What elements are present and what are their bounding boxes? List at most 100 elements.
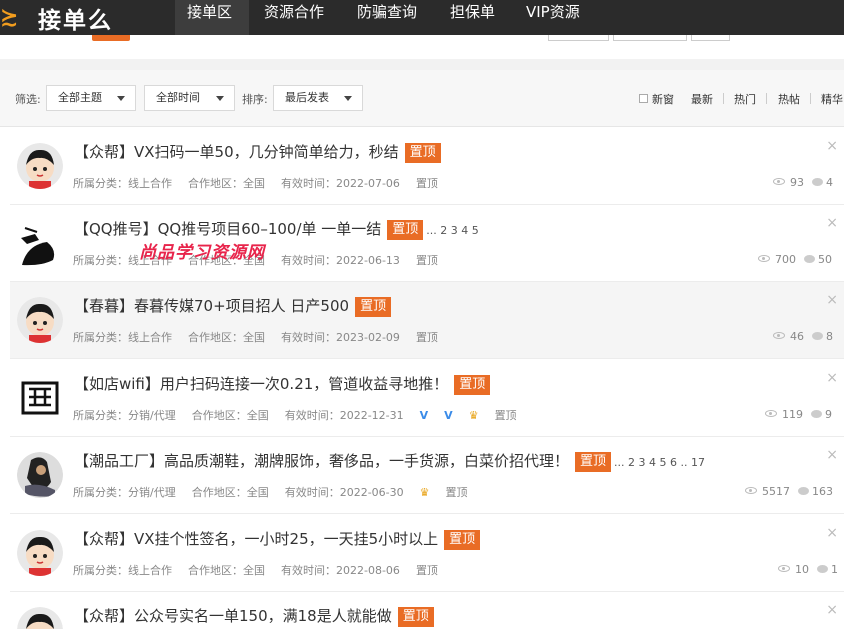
post-title[interactable]: 【春暮】春暮传媒70+项目招人 日产500 置顶 [74, 295, 392, 317]
nav-item-guarantee[interactable]: 担保单 [450, 0, 495, 35]
pinned-badge: 置顶 [454, 375, 491, 395]
post-row[interactable]: 【众帮】VX扫码一单50，几分钟简单给力，秒结 置顶 所属分类：线上合作 合作地区：… [10, 128, 844, 205]
post-category: 所属分类：线上合作 [73, 331, 172, 344]
close-icon[interactable]: × [826, 602, 838, 618]
pinned-badge: 置顶 [404, 143, 441, 163]
avatar[interactable] [17, 530, 63, 576]
post-stats: 10 1 [778, 563, 838, 576]
time-select-value: 全部时间 [156, 91, 200, 104]
post-category: 所属分类：分销/代理 [73, 486, 176, 499]
post-row[interactable]: 【QQ推号】QQ推号项目60–100/单 一单一结 置顶... 2 3 4 5 所… [10, 205, 844, 282]
pinned-badge: 置顶 [387, 220, 424, 240]
filter-bar: 筛选: 全部主题 全部时间 排序: 最后发表 新窗 最新 热门 热帖 精华 [0, 70, 844, 127]
post-stats: 700 50 [758, 253, 832, 266]
nav-item-resources[interactable]: 资源合作 [264, 0, 324, 35]
post-valid-time: 有效时间：2022-12-31 [284, 409, 404, 422]
sort-hot-post-link[interactable]: 热帖 [778, 91, 800, 107]
nav-item-vip[interactable]: VIP资源 [526, 0, 580, 35]
post-title[interactable]: 【如店wifi】用户扫码连接一次0.21，管道收益寻地推！ 置顶 [74, 373, 491, 395]
close-icon[interactable]: × [826, 447, 838, 463]
avatar[interactable] [17, 452, 63, 498]
chevron-down-icon [216, 96, 224, 101]
post-meta: 所属分类：分销/代理 合作地区：全国 有效时间：2022-12-31 V V ♛ 置顶 [73, 407, 533, 423]
eye-icon [773, 332, 785, 339]
logo-icon: ≿ [0, 4, 19, 30]
pagination-links[interactable]: ... 2 3 4 5 6 .. 17 [614, 456, 705, 469]
nav-item-orders[interactable]: 接单区 [175, 0, 249, 35]
pinned-badge: 置顶 [355, 297, 392, 317]
close-icon[interactable]: × [826, 292, 838, 308]
divider [0, 59, 844, 70]
post-title[interactable]: 【众帮】VX扫码一单50，几分钟简单给力，秒结 置顶 [74, 141, 441, 163]
nav-item-fraud-check[interactable]: 防骗查询 [357, 0, 417, 35]
post-row[interactable]: 【众帮】公众号实名一单150，满18是人就能做 置顶 × [10, 592, 844, 629]
eye-icon [758, 255, 770, 262]
avatar[interactable] [17, 143, 63, 189]
top-navigation-bar: ≿ 接单么 接单区 资源合作 防骗查询 担保单 VIP资源 [0, 0, 844, 35]
post-category: 所属分类：分销/代理 [73, 409, 176, 422]
post-pin-label: 置顶 [415, 254, 438, 267]
close-icon[interactable]: × [826, 138, 838, 154]
post-title-text[interactable]: 【众帮】VX挂个性签名，一小时25，一天挂5小时以上 [74, 530, 438, 548]
post-title[interactable]: 【潮品工厂】高品质潮鞋，潮牌服饰，奢侈品，一手货源，白菜价招代理！ 置顶... 2… [74, 450, 705, 472]
post-row[interactable]: 【春暮】春暮传媒70+项目招人 日产500 置顶 所属分类：线上合作 合作地区：全国… [10, 282, 844, 359]
search-button[interactable] [691, 35, 730, 41]
comment-icon [817, 565, 828, 573]
post-title-text[interactable]: 【如店wifi】用户扫码连接一次0.21，管道收益寻地推！ [74, 375, 448, 393]
pagination-links[interactable]: ... 2 3 4 5 [426, 224, 478, 237]
search-input[interactable] [613, 35, 687, 41]
post-title-text[interactable]: 【QQ推号】QQ推号项目60–100/单 一单一结 [74, 220, 381, 238]
close-icon[interactable]: × [826, 215, 838, 231]
comment-icon [811, 410, 822, 418]
reply-count: 8 [826, 330, 833, 343]
post-stats: 46 8 [773, 330, 833, 343]
post-stats: 119 9 [765, 408, 832, 421]
new-window-label[interactable]: 新窗 [652, 91, 674, 107]
comment-icon [798, 487, 809, 495]
pinned-badge: 置顶 [575, 452, 612, 472]
post-pin-label: 置顶 [445, 486, 468, 499]
eye-icon [745, 487, 757, 494]
post-valid-time: 有效时间：2023-02-09 [281, 331, 400, 344]
post-valid-time: 有效时间：2022-06-30 [284, 486, 404, 499]
post-row[interactable]: 【如店wifi】用户扫码连接一次0.21，管道收益寻地推！ 置顶 所属分类：分销/… [10, 360, 844, 437]
post-button[interactable] [92, 35, 130, 41]
post-meta: 所属分类：线上合作 合作地区：全国 有效时间：2022-08-06 置顶 [73, 562, 454, 578]
post-title-text[interactable]: 【春暮】春暮传媒70+项目招人 日产500 [74, 297, 349, 315]
new-window-checkbox[interactable] [639, 94, 648, 103]
sort-latest-link[interactable]: 最新 [691, 91, 713, 107]
close-icon[interactable]: × [826, 525, 838, 541]
post-title-text[interactable]: 【众帮】公众号实名一单150，满18是人就能做 [74, 607, 392, 625]
post-title[interactable]: 【众帮】VX挂个性签名，一小时25，一天挂5小时以上 置顶 [74, 528, 481, 550]
reply-count: 163 [812, 485, 833, 498]
post-title[interactable]: 【QQ推号】QQ推号项目60–100/单 一单一结 置顶... 2 3 4 5 [74, 218, 479, 240]
post-stats: 5517 163 [745, 485, 833, 498]
avatar[interactable] [17, 220, 63, 266]
view-count: 5517 [762, 485, 790, 498]
post-row[interactable]: 【潮品工厂】高品质潮鞋，潮牌服饰，奢侈品，一手货源，白菜价招代理！ 置顶... 2… [10, 437, 844, 514]
reply-count: 4 [826, 176, 833, 189]
post-title-text[interactable]: 【众帮】VX扫码一单50，几分钟简单给力，秒结 [74, 143, 399, 161]
avatar[interactable] [17, 375, 63, 421]
divider [723, 93, 724, 104]
avatar[interactable] [17, 607, 63, 629]
view-count: 119 [782, 408, 803, 421]
post-region: 合作地区：全国 [191, 486, 269, 499]
sort-select[interactable]: 最后发表 [273, 85, 363, 111]
post-row[interactable]: 【众帮】VX挂个性签名，一小时25，一天挂5小时以上 置顶 所属分类：线上合作 合作… [10, 515, 844, 592]
sort-hot-link[interactable]: 热门 [734, 91, 756, 107]
post-valid-time: 有效时间：2022-08-06 [281, 564, 400, 577]
post-title-text[interactable]: 【潮品工厂】高品质潮鞋，潮牌服饰，奢侈品，一手货源，白菜价招代理！ [74, 452, 569, 470]
view-count: 93 [790, 176, 804, 189]
theme-select[interactable]: 全部主题 [46, 85, 136, 111]
search-box-segment[interactable] [548, 35, 609, 41]
post-valid-time: 有效时间：2022-07-06 [281, 177, 400, 190]
time-select[interactable]: 全部时间 [144, 85, 235, 111]
close-icon[interactable]: × [826, 370, 838, 386]
sort-featured-link[interactable]: 精华 [821, 91, 843, 107]
site-logo[interactable]: ≿ 接单么 [0, 0, 113, 35]
avatar[interactable] [17, 297, 63, 343]
comment-icon [812, 178, 823, 186]
crown-icon: ♛ [468, 409, 479, 422]
post-title[interactable]: 【众帮】公众号实名一单150，满18是人就能做 置顶 [74, 605, 434, 627]
